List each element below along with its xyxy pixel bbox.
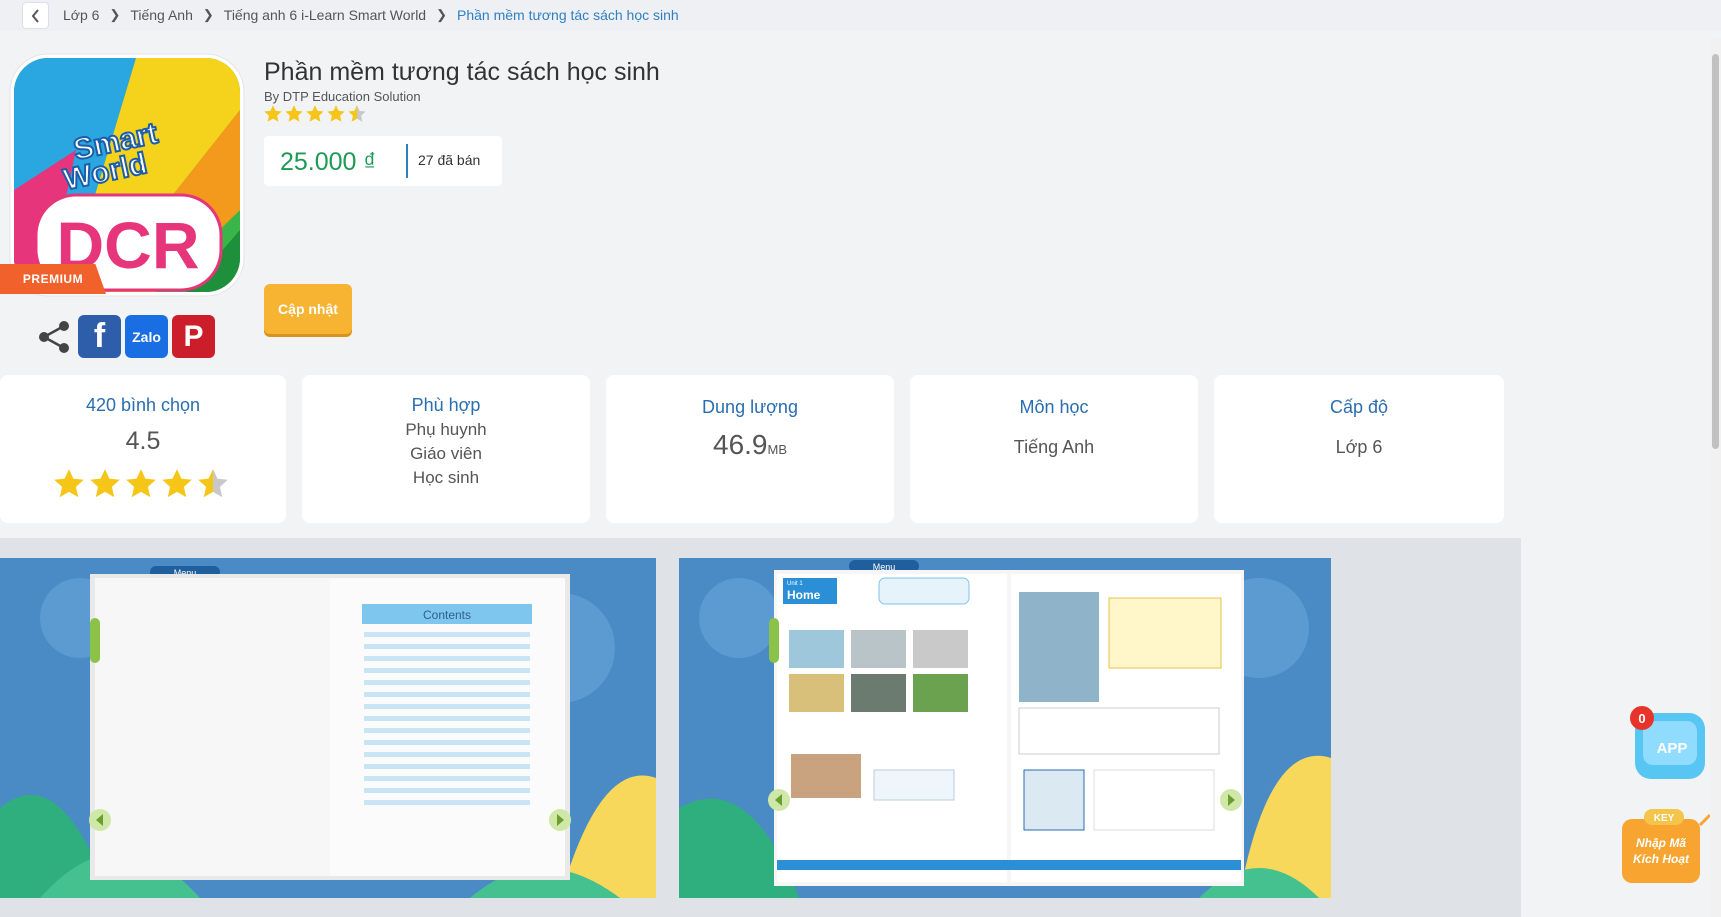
update-button[interactable]: Cập nhật [264,284,352,334]
app-icon: Smart World DCR [6,50,248,300]
svg-text:0: 0 [1638,711,1645,726]
star-icon [327,105,345,122]
pinterest-share-button[interactable]: P [172,315,215,358]
sold-count: 27 đã bán [418,152,481,168]
facebook-share-button[interactable]: f [78,315,121,358]
chevron-left-icon [31,8,39,23]
product-title: Phần mềm tương tác sách học sinh [264,58,660,86]
breadcrumb: Lớp 6 ❯ Tiếng Anh ❯ Tiếng anh 6 i-Learn … [0,0,1721,31]
breadcrumb-item-grade[interactable]: Lớp 6 [63,7,99,23]
divider [406,144,408,178]
stat-size: Dung lượng 46.9MB [606,375,894,523]
star-icon [264,105,282,122]
stat-votes: 420 bình chọn 4.5 [0,375,286,523]
list-item: Phụ huynh [405,420,487,439]
stat-votes-stars [52,467,230,501]
svg-text:KEY: KEY [1654,813,1675,824]
stat-votes-label: 420 bình chọn [85,395,201,415]
breadcrumb-item-current: Phần mềm tương tác sách học sinh [457,7,679,23]
svg-text:Nhập Mã: Nhập Mã [1636,836,1686,850]
svg-text:APP: APP [1657,740,1688,757]
share-icon[interactable] [34,317,74,357]
stat-size-label: Dung lượng [702,397,798,417]
stat-subject: Môn học Tiếng Anh [910,375,1198,523]
pinterest-icon: P [183,319,204,353]
stat-level-label: Cấp độ [1329,397,1389,417]
svg-text:Unit 1: Unit 1 [787,581,803,587]
stat-level-value: Lớp 6 [1335,437,1383,457]
list-item: Học sinh [412,468,480,487]
screenshot-unit-page[interactable]: Menu Unit 1 Home [679,558,1331,898]
page-scrollbar[interactable] [1710,38,1721,917]
star-icon [162,469,192,498]
back-button[interactable] [23,3,48,28]
svg-text:Kích Hoạt: Kích Hoạt [1633,852,1690,866]
star-icon [126,469,156,498]
star-icon [285,105,303,122]
star-icon [54,469,84,498]
stat-subject-value: Tiếng Anh [1013,437,1095,457]
chevron-right-icon: ❯ [109,7,121,22]
publisher: By DTP Education Solution [264,89,421,104]
screenshot-contents[interactable]: Menu Contents [0,558,656,898]
price: 25.000 ₫ [280,148,377,176]
chevron-right-icon: ❯ [436,7,448,22]
app-download-button[interactable]: 0 APP [1627,703,1709,787]
breadcrumb-item-subject[interactable]: Tiếng Anh [130,7,193,23]
stat-level: Cấp độ Lớp 6 [1214,375,1504,523]
breadcrumb-trail: Lớp 6 ❯ Tiếng Anh ❯ Tiếng anh 6 i-Learn … [63,7,679,23]
stat-subject-label: Môn học [1019,397,1089,417]
stat-votes-value: 4.5 [125,427,161,455]
stat-size-value: 46.9MB [713,429,787,460]
screenshot-gallery: Menu Contents Menu Unit 1 Home [0,538,1521,917]
zalo-icon: Zalo [132,328,161,345]
svg-text:Home: Home [787,588,821,602]
star-icon [306,105,324,122]
stat-suitable-list: Phụ huynh Giáo viên Học sinh [302,418,590,490]
star-icon [198,469,228,498]
star-icon [90,469,120,498]
price-box: 25.000 ₫ 27 đã bán [264,136,502,186]
rating-stars [263,104,367,124]
breadcrumb-item-book[interactable]: Tiếng anh 6 i-Learn Smart World [224,7,426,23]
stat-suitable-label: Phù hợp [411,395,481,415]
stat-suitable: Phù hợp Phụ huynh Giáo viên Học sinh [302,375,590,523]
svg-text:Contents: Contents [423,608,471,622]
chevron-right-icon: ❯ [202,7,214,22]
zalo-share-button[interactable]: Zalo [125,315,168,358]
facebook-icon: f [93,317,106,355]
star-icon [348,105,366,122]
premium-badge: PREMIUM [0,264,106,294]
scrollbar-thumb[interactable] [1712,54,1719,449]
activation-key-button[interactable]: KEY Nhập Mã Kích Hoạt [1614,805,1714,889]
list-item: Giáo viên [410,444,482,463]
share-row: f Zalo P [34,315,215,358]
